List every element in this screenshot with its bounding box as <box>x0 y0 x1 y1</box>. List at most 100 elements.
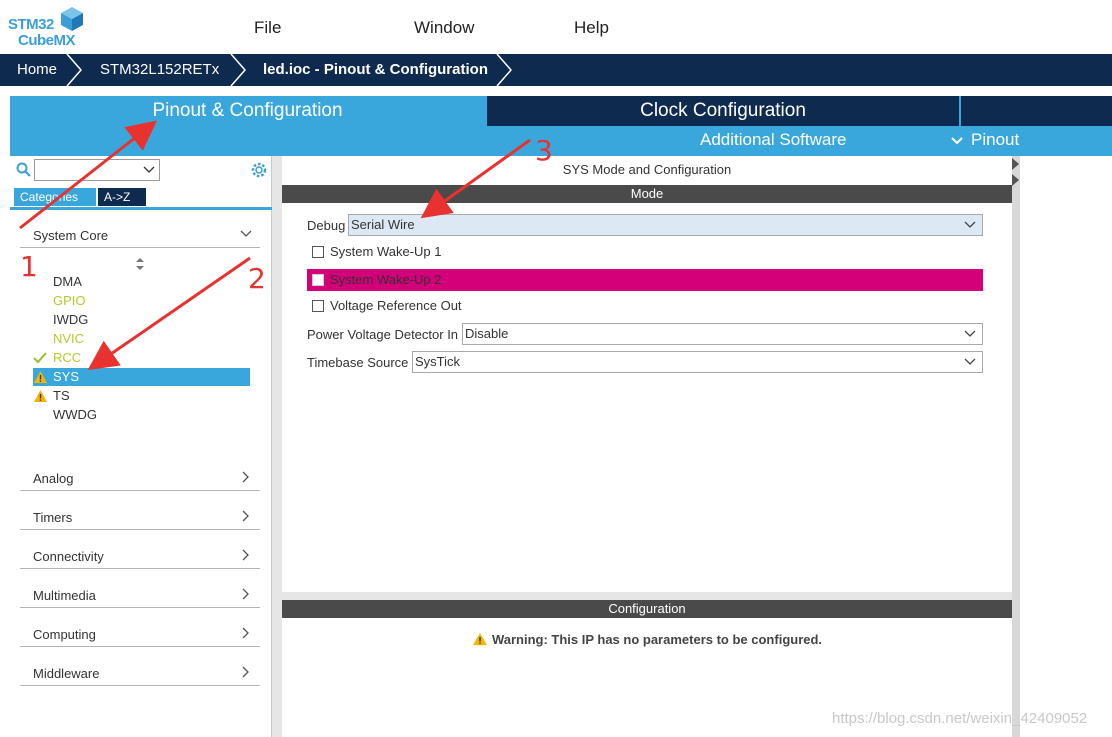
warning-row: Warning: This IP has no parameters to be… <box>282 632 1012 647</box>
breadcrumb-device[interactable]: STM32L152RETx <box>100 54 219 86</box>
search-input[interactable] <box>34 159 160 181</box>
annotation-number-1: 1 <box>20 250 38 283</box>
warning-icon <box>34 371 47 383</box>
tree-item-iwdg[interactable]: IWDG <box>33 311 250 329</box>
group-label: Computing <box>33 627 96 642</box>
tab-pinout-configuration[interactable]: Pinout & Configuration <box>10 96 485 126</box>
chevron-right-icon <box>242 666 249 678</box>
top-menu-bar: STM32 CubeMX File Window Help <box>0 0 1112 54</box>
breadcrumb-separator-icon <box>496 54 512 86</box>
group-label: Analog <box>33 471 74 486</box>
group-timers[interactable]: Timers <box>20 504 260 530</box>
menu-help[interactable]: Help <box>574 18 609 38</box>
menu-window[interactable]: Window <box>414 18 474 38</box>
breadcrumb: Home STM32L152RETx led.ioc - Pinout & Co… <box>0 54 1112 86</box>
warning-text: Warning: This IP has no parameters to be… <box>491 632 823 647</box>
panel-title: SYS Mode and Configuration <box>562 162 732 177</box>
group-middleware[interactable]: Middleware <box>20 660 260 686</box>
pvd-select[interactable]: Disable <box>462 323 983 345</box>
chevron-right-icon <box>242 627 249 639</box>
chevron-right-icon <box>242 471 249 483</box>
vref-checkbox[interactable] <box>312 300 324 312</box>
cube-icon <box>61 7 83 31</box>
group-multimedia[interactable]: Multimedia <box>20 582 260 608</box>
tree-item-sys[interactable]: SYS <box>33 368 250 386</box>
panel-splitter[interactable] <box>272 156 282 737</box>
tab-clock-configuration[interactable]: Clock Configuration <box>487 96 959 126</box>
warning-icon <box>472 633 487 645</box>
menu-file[interactable]: File <box>254 18 281 38</box>
gear-icon[interactable] <box>250 161 268 179</box>
item-label: GPIO <box>53 293 86 308</box>
group-connectivity[interactable]: Connectivity <box>20 543 260 569</box>
tab-extra[interactable] <box>961 96 1112 126</box>
wakeup1-label: System Wake-Up 1 <box>330 244 442 259</box>
logo-line1: STM32 <box>8 16 54 33</box>
item-label: DMA <box>53 274 82 289</box>
item-label: TS <box>53 388 70 403</box>
group-system-core[interactable]: System Core <box>20 222 260 248</box>
group-label: Timers <box>33 510 73 525</box>
tree-item-dma[interactable]: DMA <box>33 273 250 291</box>
debug-select[interactable]: Serial Wire <box>348 214 983 236</box>
mode-header: Mode <box>282 185 1012 203</box>
horizontal-splitter[interactable] <box>282 592 1012 600</box>
annotation-number-3: 3 <box>535 134 553 167</box>
breadcrumb-separator-icon <box>230 54 246 86</box>
timebase-label: Timebase Source <box>307 355 409 370</box>
checkmark-icon <box>33 352 47 364</box>
group-label: Middleware <box>33 666 100 681</box>
chevron-down-icon <box>951 137 963 145</box>
group-label: Multimedia <box>33 588 96 603</box>
chevron-down-icon <box>240 230 252 237</box>
item-label: IWDG <box>53 312 89 327</box>
vref-label: Voltage Reference Out <box>330 298 462 313</box>
item-label: SYS <box>53 369 80 384</box>
warning-icon <box>34 390 47 402</box>
tree-item-rcc[interactable]: RCC <box>33 349 250 367</box>
tree-item-wwdg[interactable]: WWDG <box>33 406 250 424</box>
logo-line2: CubeMX <box>18 32 76 49</box>
chevron-right-icon <box>242 588 249 600</box>
group-label: System Core <box>33 228 109 243</box>
chevron-down-icon <box>964 221 976 228</box>
stm32cubemx-logo: STM32 CubeMX <box>8 6 88 50</box>
wakeup2-checkbox[interactable] <box>312 274 324 286</box>
pvd-value: Disable <box>465 326 509 341</box>
subtab-additional-software[interactable]: Additional Software <box>700 130 846 150</box>
group-computing[interactable]: Computing <box>20 621 260 647</box>
subtab-pinout[interactable]: Pinout <box>971 130 1019 150</box>
tree-item-ts[interactable]: TS <box>33 387 250 405</box>
mode-panel: SYS Mode and Configuration Mode Debug Se… <box>282 156 1012 592</box>
tab-categories[interactable]: Categories <box>14 188 96 206</box>
tab-a-z[interactable]: A->Z <box>98 188 146 206</box>
timebase-select[interactable]: SysTick <box>412 351 983 373</box>
annotation-number-2: 2 <box>248 262 266 295</box>
item-label: RCC <box>53 350 82 365</box>
chevron-down-icon <box>143 166 155 173</box>
wakeup1-checkbox[interactable] <box>312 246 324 258</box>
tree-item-gpio[interactable]: GPIO <box>33 292 250 310</box>
debug-label: Debug <box>307 218 346 233</box>
breadcrumb-separator-icon <box>66 54 82 86</box>
search-icon <box>16 162 31 177</box>
watermark: https://blog.csdn.net/weixin_42409052 <box>832 710 1088 727</box>
category-underline <box>10 207 272 210</box>
pvd-label: Power Voltage Detector In <box>307 327 459 342</box>
collapse-arrow-icon[interactable] <box>1012 158 1020 188</box>
group-analog[interactable]: Analog <box>20 465 260 491</box>
chevron-right-icon <box>242 510 249 522</box>
right-collapse-bar[interactable] <box>1012 156 1020 737</box>
breadcrumb-project[interactable]: led.ioc - Pinout & Configuration <box>263 54 488 86</box>
configuration-header: Configuration <box>282 600 1012 618</box>
breadcrumb-home[interactable]: Home <box>17 54 57 86</box>
search-row <box>10 156 272 186</box>
subtab-bar <box>10 126 1112 156</box>
tree-item-nvic[interactable]: NVIC <box>33 330 250 348</box>
chevron-down-icon <box>964 330 976 337</box>
timebase-value: SysTick <box>415 354 461 369</box>
group-label: Connectivity <box>33 549 104 564</box>
debug-value: Serial Wire <box>351 217 415 232</box>
chevron-down-icon <box>964 358 976 365</box>
sort-icon[interactable] <box>135 258 145 270</box>
